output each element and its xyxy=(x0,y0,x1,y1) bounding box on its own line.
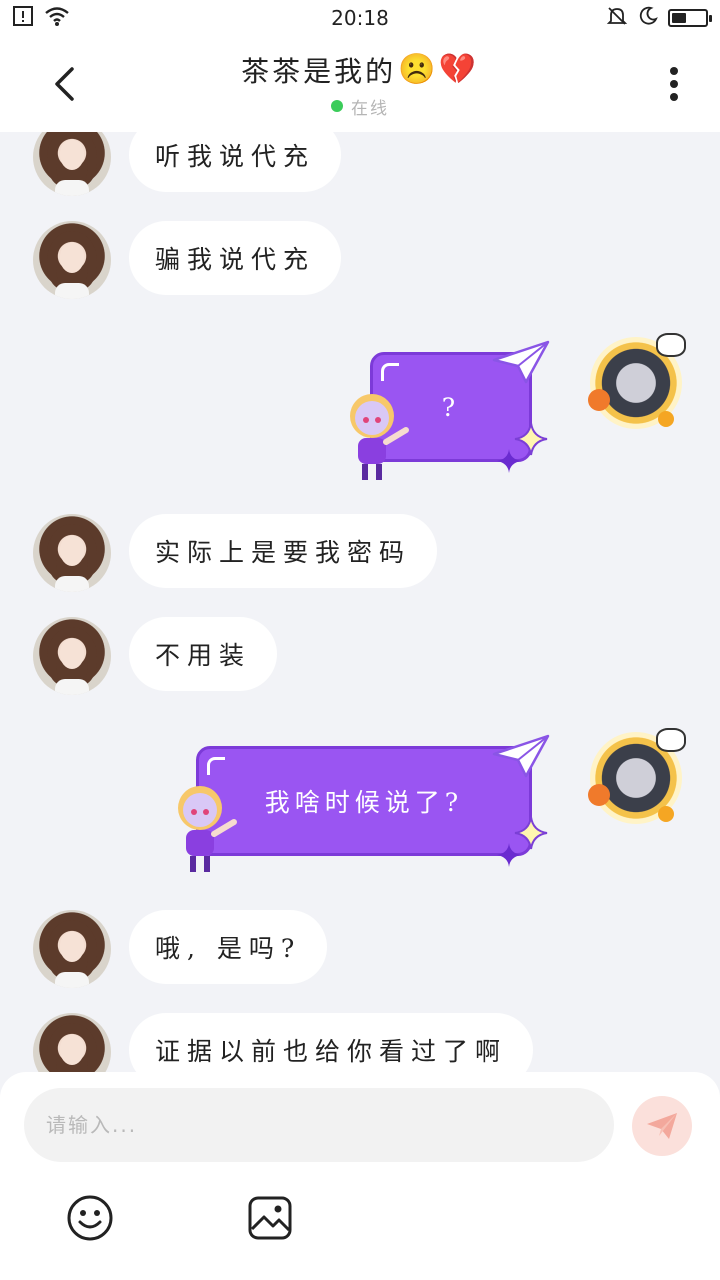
message-bubble[interactable]: 哦, 是吗? xyxy=(129,910,328,984)
message-bubble[interactable]: 实际上是要我密码 xyxy=(129,514,438,588)
more-button[interactable] xyxy=(654,62,694,106)
girl-sticker-icon xyxy=(178,786,237,872)
contact-avatar[interactable] xyxy=(33,132,111,196)
message-bubble[interactable]: 我啥时候说了? xyxy=(196,746,532,856)
smiley-icon xyxy=(67,1195,113,1241)
contact-avatar[interactable] xyxy=(33,514,111,592)
battery-icon xyxy=(668,9,712,27)
message-input[interactable] xyxy=(46,1113,614,1137)
alert-icon xyxy=(12,5,34,32)
girl-sticker-icon xyxy=(350,394,409,480)
chat-title-emojis: ☹️💔 xyxy=(398,52,479,87)
sparkle-icon xyxy=(497,843,521,867)
contact-avatar[interactable] xyxy=(33,910,111,988)
message-bubble[interactable]: 听我说代充 xyxy=(129,132,342,192)
online-dot xyxy=(330,100,343,112)
my-avatar[interactable] xyxy=(588,728,686,824)
moon-icon xyxy=(638,6,658,31)
send-button[interactable] xyxy=(632,1096,692,1156)
contact-avatar[interactable] xyxy=(33,221,111,299)
bubble-corner-deco xyxy=(207,757,225,775)
paper-plane-icon xyxy=(647,1113,677,1139)
online-status: 在线 xyxy=(330,94,389,119)
message-bubble[interactable]: 不用装 xyxy=(129,617,278,691)
chat-list[interactable]: 听我说代充 骗我说代充 ? 实际上是要我密码 不用装 我啥时候说了? 哦, 是吗… xyxy=(0,132,720,1072)
chevron-left-icon xyxy=(55,67,74,101)
paper-plane-deco-icon xyxy=(492,734,550,778)
header-center: 茶茶是我的 ☹️💔 在线 xyxy=(241,50,479,119)
my-avatar[interactable] xyxy=(588,333,686,429)
message-bubble[interactable]: 骗我说代充 xyxy=(129,221,342,295)
message-input-box[interactable] xyxy=(24,1088,614,1162)
contact-avatar[interactable] xyxy=(33,617,111,695)
emoji-button[interactable] xyxy=(66,1194,114,1242)
contact-avatar[interactable] xyxy=(33,1013,111,1072)
online-text: 在线 xyxy=(350,98,389,119)
chat-header: 茶茶是我的 ☹️💔 在线 xyxy=(0,36,720,132)
more-vertical-icon xyxy=(670,67,678,101)
chat-title: 茶茶是我的 ☹️💔 xyxy=(241,50,479,90)
message-text: 我啥时候说了? xyxy=(264,788,464,817)
battery-level xyxy=(672,13,687,23)
paper-plane-deco-icon xyxy=(492,340,550,384)
bell-muted-icon xyxy=(606,5,628,32)
status-right xyxy=(606,5,712,32)
message-text: ? xyxy=(441,392,461,422)
status-left xyxy=(12,5,70,32)
image-button[interactable] xyxy=(246,1194,294,1242)
wifi-icon xyxy=(44,5,70,32)
bubble-corner-deco xyxy=(381,363,399,381)
status-bar: 20:18 xyxy=(0,0,720,36)
image-icon xyxy=(248,1196,292,1240)
message-bubble[interactable]: 证据以前也给你看过了啊 xyxy=(129,1013,534,1072)
composer xyxy=(0,1072,720,1280)
back-button[interactable] xyxy=(44,62,84,106)
chat-title-text: 茶茶是我的 xyxy=(241,54,397,88)
sparkle-icon xyxy=(497,449,521,473)
